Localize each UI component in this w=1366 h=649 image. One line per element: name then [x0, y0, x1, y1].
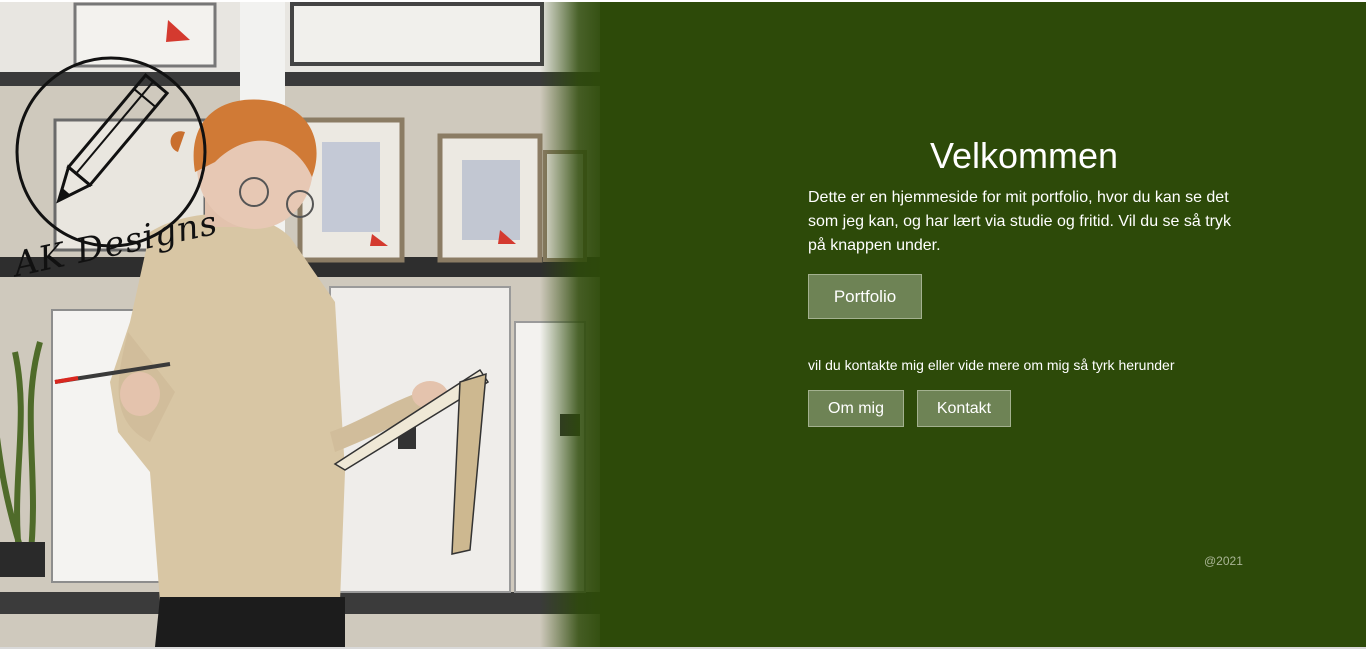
- contact-text: vil du kontakte mig eller vide mere om m…: [808, 357, 1175, 373]
- intro-text: Dette er en hjemmeside for mit portfolio…: [808, 189, 1232, 254]
- hero-photo: AK Designs: [0, 2, 600, 647]
- about-button[interactable]: Om mig: [808, 390, 904, 427]
- nav-buttons: Om mig Kontakt: [808, 390, 1248, 427]
- page: AK Designs Velkommen Dette er en hjemmes…: [0, 2, 1366, 647]
- contact-button[interactable]: Kontakt: [917, 390, 1011, 427]
- photo-fade: [540, 2, 600, 647]
- hero-content: Velkommen Dette er en hjemmeside for mit…: [808, 136, 1248, 427]
- page-title: Velkommen: [929, 135, 1119, 176]
- portfolio-button[interactable]: Portfolio: [808, 274, 922, 319]
- copyright: @2021: [1204, 554, 1243, 568]
